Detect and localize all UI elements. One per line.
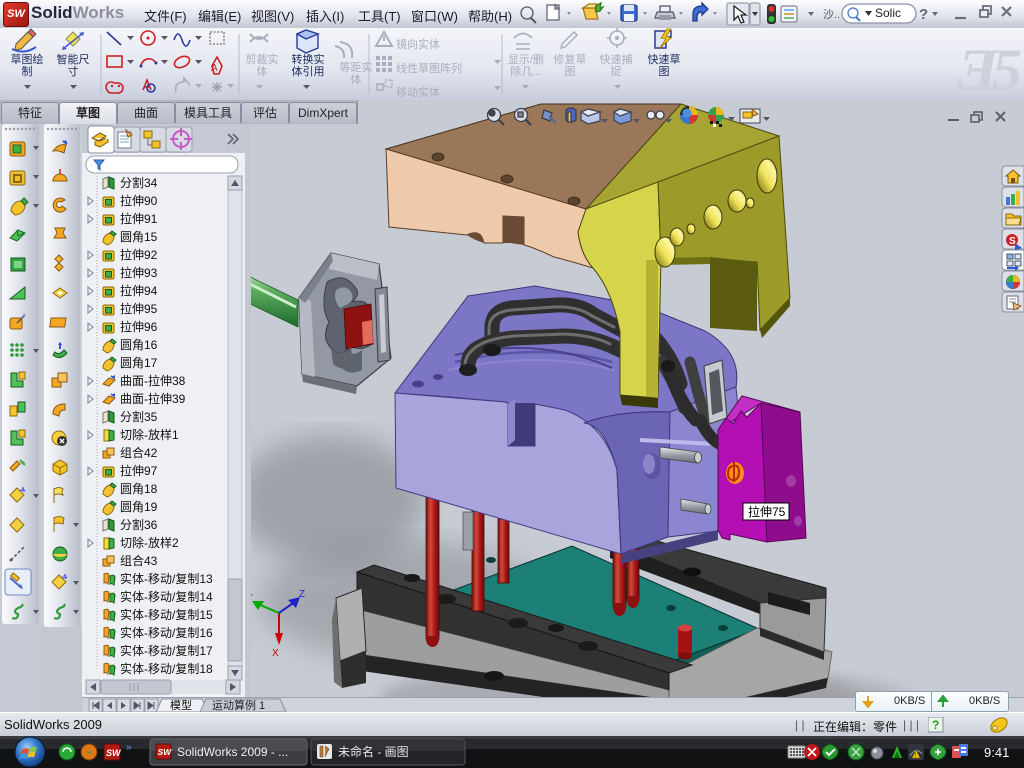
svg-text:拉伸92: 拉伸92 [120,247,158,262]
svg-text:切除-放样2: 切除-放样2 [120,535,179,550]
svg-text:X: X [272,648,279,659]
svg-text:圆角17: 圆角17 [120,356,158,370]
svg-text:9:41: 9:41 [984,745,1009,760]
svg-text:实体-移动/复制16: 实体-移动/复制16 [120,625,213,640]
svg-text:切除-放样1: 切除-放样1 [120,427,179,442]
svg-text:分割36: 分割36 [120,517,158,532]
svg-text:拉伸90: 拉伸90 [120,193,158,208]
svg-text:实体-移动/复制17: 实体-移动/复制17 [120,643,213,658]
svg-text:»: » [126,742,132,753]
svg-text:模型: 模型 [170,698,192,712]
svg-text:S: S [1009,236,1016,247]
svg-text:沙..: 沙.. [823,8,840,21]
svg-text:SolidWorks 2009 - ...: SolidWorks 2009 - ... [177,745,288,759]
svg-text:运动算例 1: 运动算例 1 [212,698,265,712]
svg-text:?: ? [932,718,939,732]
svg-text:拉伸93: 拉伸93 [120,265,158,280]
svg-text:实体-移动/复制13: 实体-移动/复制13 [120,571,213,586]
svg-text:A: A [211,63,218,74]
svg-text:Solic: Solic [875,6,901,20]
svg-text:未命名 - 画图: 未命名 - 画图 [338,744,409,759]
svg-text:实体-移动/复制15: 实体-移动/复制15 [120,607,213,622]
svg-text:组合43: 组合43 [120,553,158,568]
svg-text:圆角18: 圆角18 [120,482,158,496]
svg-text:曲面-拉伸39: 曲面-拉伸39 [120,391,186,406]
svg-text:?: ? [919,6,928,23]
svg-text:拉伸91: 拉伸91 [120,211,158,226]
svg-text:拉伸94: 拉伸94 [120,283,158,298]
svg-text:拉伸75: 拉伸75 [748,504,786,519]
svg-text:曲面-拉伸38: 曲面-拉伸38 [120,373,186,388]
svg-text:实体-移动/复制18: 实体-移动/复制18 [120,661,213,676]
svg-text:实体-移动/复制14: 实体-移动/复制14 [120,589,213,604]
svg-text:组合42: 组合42 [120,445,158,460]
svg-text:圆角15: 圆角15 [120,230,158,244]
svg-text:SW: SW [106,748,122,758]
svg-text:Z: Z [299,589,305,600]
svg-text:圆角16: 圆角16 [120,338,158,352]
svg-text:拉伸95: 拉伸95 [120,301,158,316]
svg-text:SW: SW [158,747,173,757]
svg-text:拉伸97: 拉伸97 [120,463,158,478]
svg-text:分割35: 分割35 [120,409,158,424]
svg-text:拉伸96: 拉伸96 [120,319,158,334]
svg-text:分割34: 分割34 [120,175,158,190]
svg-text:圆角19: 圆角19 [120,500,158,514]
